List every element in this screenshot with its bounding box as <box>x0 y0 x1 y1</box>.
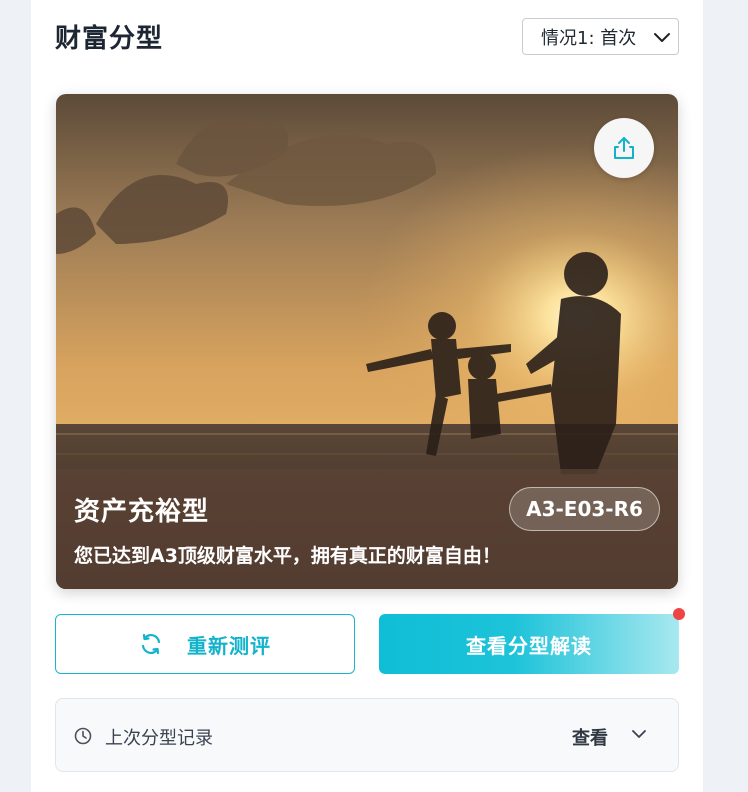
scenario-select[interactable]: 情况1: 首次 <box>522 18 679 55</box>
notification-dot <box>673 608 685 620</box>
clock-icon <box>74 727 92 745</box>
type-info-overlay: 资产充裕型 A3-E03-R6 您已达到A3顶级财富水平，拥有真正的财富自由！ <box>56 469 678 589</box>
chevron-down-icon[interactable] <box>630 725 648 743</box>
wealth-type-panel: 财富分型 情况1: 首次 资产充裕型 A3-E03-R6 您已达到A3顶级财富水… <box>31 0 703 792</box>
wealth-type-card: 资产充裕型 A3-E03-R6 您已达到A3顶级财富水平，拥有真正的财富自由！ <box>56 94 678 589</box>
chevron-down-icon <box>652 27 672 47</box>
view-interpretation-button[interactable]: 查看分型解读 <box>379 614 679 674</box>
wealth-type-description: 您已达到A3顶级财富水平，拥有真正的财富自由！ <box>74 545 501 567</box>
last-record-row[interactable]: 上次分型记录 查看 <box>55 698 679 772</box>
share-icon <box>612 135 636 161</box>
last-record-label: 上次分型记录 <box>105 728 213 749</box>
refresh-icon <box>139 632 163 656</box>
wealth-type-code-badge: A3-E03-R6 <box>509 487 660 531</box>
scenario-select-value: 情况1: 首次 <box>541 27 637 49</box>
wealth-type-name: 资产充裕型 <box>74 497 210 527</box>
share-button[interactable] <box>594 118 654 178</box>
view-interpretation-label: 查看分型解读 <box>466 633 592 658</box>
retest-label: 重新测评 <box>187 633 271 658</box>
retest-button[interactable]: 重新测评 <box>55 614 355 674</box>
page-title: 财富分型 <box>55 24 164 54</box>
last-record-view-link[interactable]: 查看 <box>572 724 608 750</box>
